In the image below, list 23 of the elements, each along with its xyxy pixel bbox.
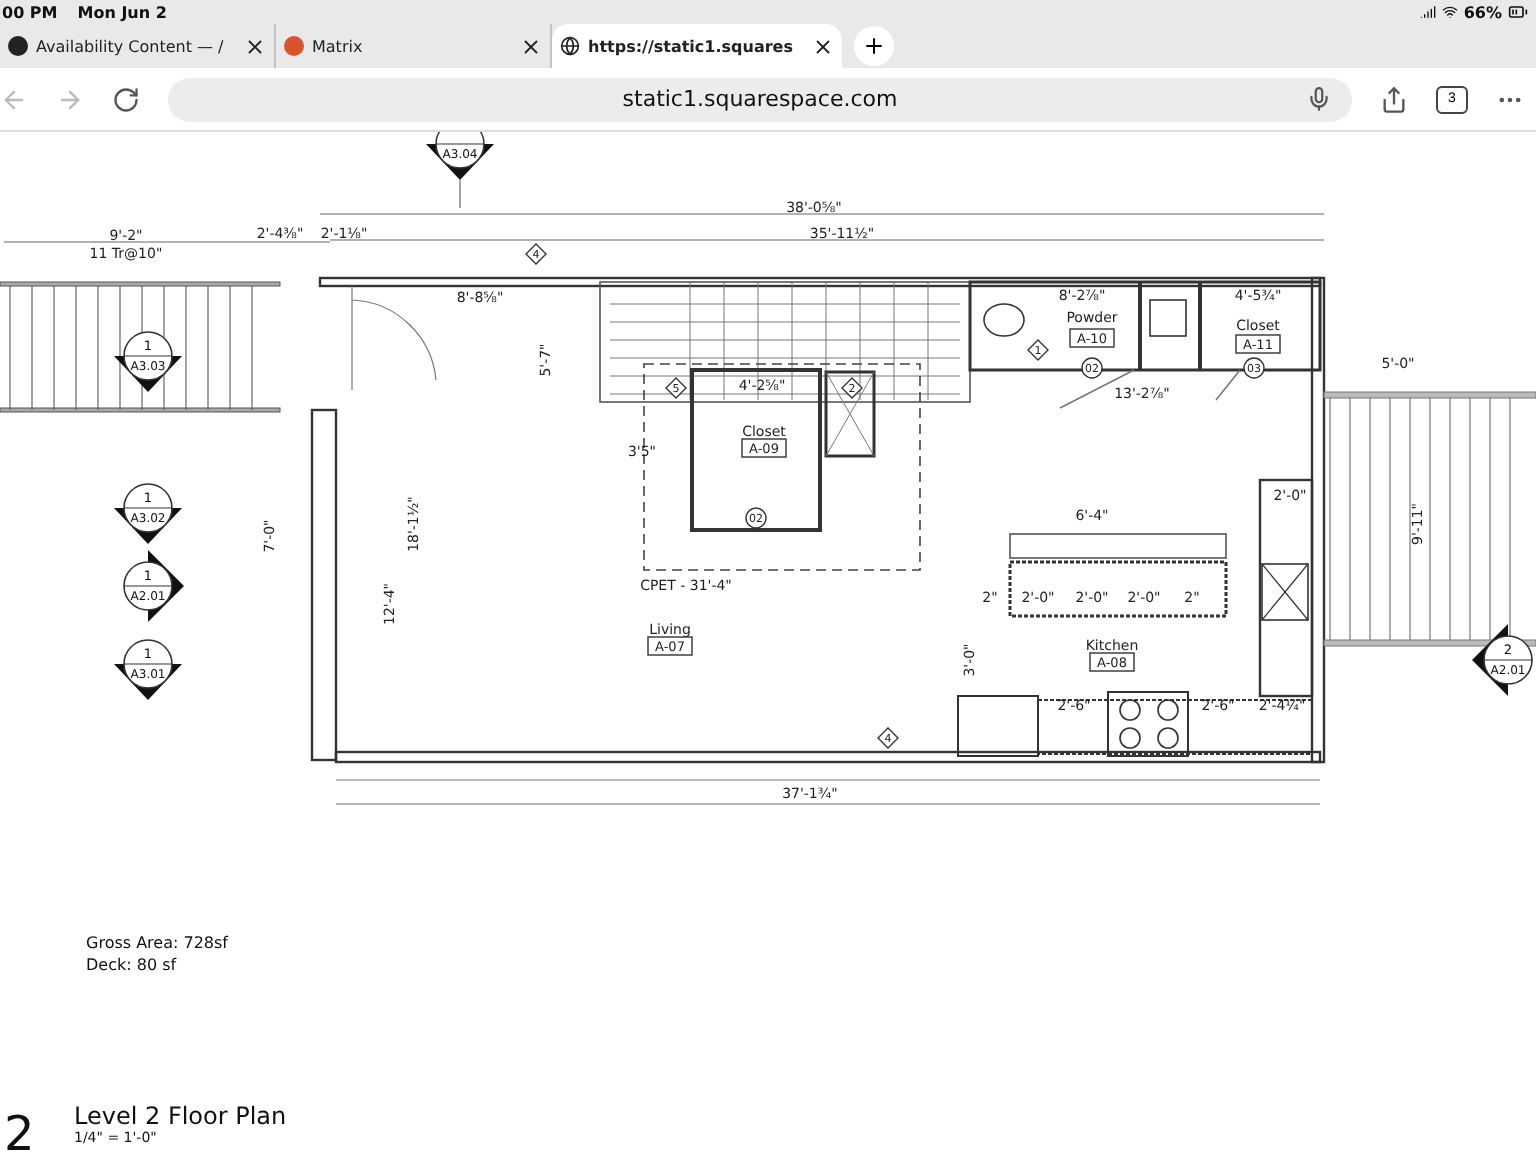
site-icon: [8, 36, 28, 56]
close-icon[interactable]: [244, 35, 266, 57]
globe-icon: [560, 36, 580, 56]
site-icon: [284, 36, 304, 56]
battery-level: 66%: [1463, 3, 1502, 21]
browser-tab[interactable]: https://static1.squares: [552, 24, 842, 68]
status-time: 00 PM: [2, 3, 58, 21]
battery-icon: [1508, 2, 1528, 22]
drawing-number: 2: [4, 1106, 35, 1152]
reload-button[interactable]: [112, 85, 140, 113]
wifi-icon: [1441, 4, 1458, 20]
close-icon[interactable]: [812, 35, 834, 57]
plus-icon: [862, 34, 886, 58]
area-note: Gross Area: 728sf: [86, 934, 228, 952]
share-button[interactable]: [1380, 85, 1408, 113]
area-note: Deck: 80 sf: [86, 956, 177, 974]
signal-icon: [1419, 4, 1436, 20]
close-icon[interactable]: [520, 35, 542, 57]
drawing-title: Level 2 Floor Plan: [74, 1102, 287, 1130]
microphone-icon[interactable]: [1306, 85, 1332, 111]
status-date: Mon Jun 2: [77, 3, 167, 21]
address-field[interactable]: static1.squarespace.com: [168, 77, 1352, 121]
new-tab-button[interactable]: [854, 26, 894, 66]
